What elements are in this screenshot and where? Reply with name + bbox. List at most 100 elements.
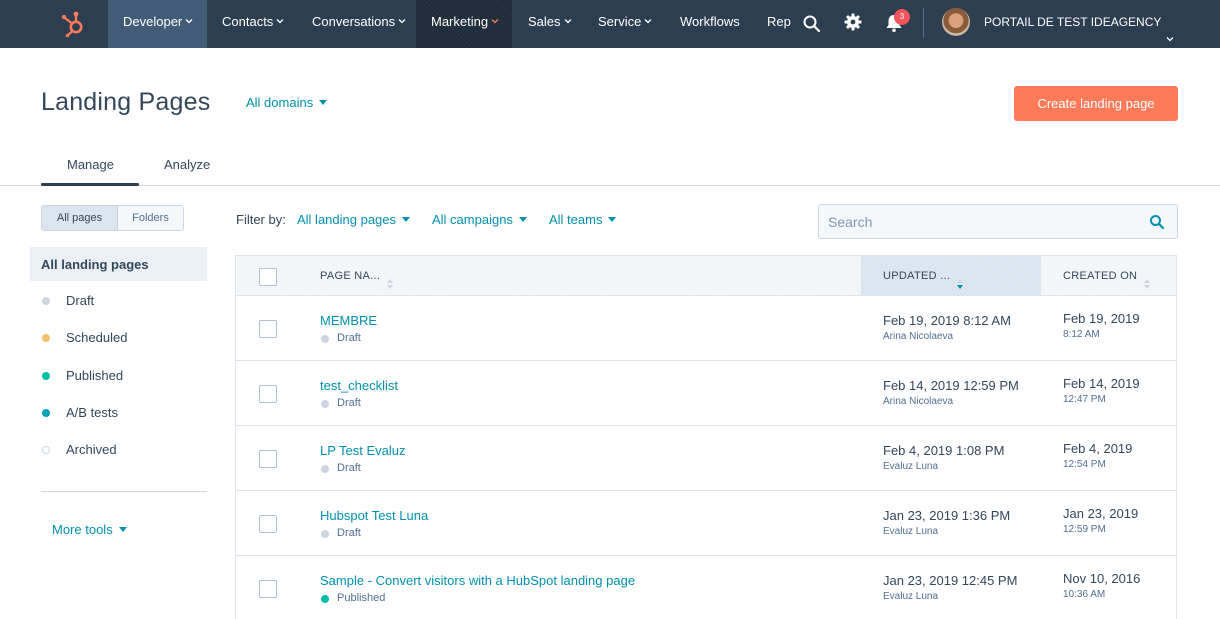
all-pages-toggle[interactable]: All pages: [42, 206, 118, 230]
sidebar-item-label: All landing pages: [41, 257, 149, 272]
chevron-down-icon: [1166, 17, 1174, 42]
created-date: Feb 4, 2019: [1063, 441, 1133, 456]
page-name-link[interactable]: Sample - Convert visitors with a HubSpot…: [320, 573, 635, 588]
updated-date: Feb 4, 2019 1:08 PM: [883, 443, 1005, 458]
page-name-link[interactable]: test_checklist: [320, 378, 398, 393]
status-label: Published: [337, 592, 386, 604]
caret-down-icon: [402, 217, 411, 223]
status-dot-icon: [321, 530, 329, 538]
status-dot-icon: [42, 334, 50, 342]
page-name-link[interactable]: LP Test Evaluz: [320, 443, 406, 458]
select-all-checkbox[interactable]: [259, 268, 277, 286]
portal-switcher[interactable]: PORTAIL DE TEST IDEAGENCY: [984, 0, 1174, 44]
updated-by: Evaluz Luna: [883, 461, 939, 472]
table-row: Hubspot Test Luna Draft Jan 23, 2019 1:3…: [236, 491, 1176, 556]
nav-marketing[interactable]: Marketing: [416, 0, 512, 48]
sort-icon: [386, 268, 394, 290]
status-label: Draft: [337, 527, 361, 539]
created-date: Nov 10, 2016: [1063, 571, 1141, 586]
more-tools-label: More tools: [52, 522, 113, 537]
nav-developer[interactable]: Developer: [108, 0, 207, 48]
nav-divider: [923, 8, 924, 38]
status-dot-icon: [321, 335, 329, 343]
created-time: 12:47 PM: [1063, 394, 1106, 405]
caret-down-icon: [319, 100, 328, 106]
gear-icon[interactable]: [841, 12, 865, 36]
nav-contacts[interactable]: Contacts: [222, 0, 284, 48]
nav-workflows-label: Workflows: [680, 14, 740, 29]
folders-toggle[interactable]: Folders: [118, 206, 183, 230]
nav-contacts-label: Contacts: [222, 14, 274, 29]
chevron-down-icon: [185, 17, 193, 25]
chevron-down-icon: [398, 17, 406, 25]
created-time: 8:12 AM: [1063, 329, 1100, 340]
nav-workflows[interactable]: Workflows: [680, 0, 740, 48]
nav-conversations-label: Conversations: [312, 14, 396, 29]
column-header-created-on[interactable]: CREATED ON: [1063, 256, 1151, 296]
row-checkbox[interactable]: [259, 320, 277, 338]
row-checkbox[interactable]: [259, 580, 277, 598]
sort-descending-icon: [956, 268, 964, 290]
row-checkbox[interactable]: [259, 385, 277, 403]
row-checkbox[interactable]: [259, 515, 277, 533]
chevron-down-icon: [644, 17, 652, 25]
caret-down-icon: [518, 217, 527, 223]
sidebar-item-label: Archived: [66, 442, 117, 457]
column-header-updated[interactable]: UPDATED ...: [861, 256, 1041, 296]
hubspot-sprocket-icon[interactable]: [58, 10, 88, 38]
filter-label: All campaigns: [432, 212, 513, 227]
tab-analyze[interactable]: Analyze: [164, 157, 210, 172]
column-header-label: CREATED ON: [1063, 270, 1138, 282]
create-landing-page-button[interactable]: Create landing page: [1014, 86, 1178, 121]
search-icon[interactable]: [1149, 214, 1165, 230]
nav-reports-label: Repo: [767, 14, 791, 29]
nav-conversations[interactable]: Conversations: [312, 0, 406, 48]
tabs-divider: [0, 185, 1220, 186]
status-label: Draft: [337, 397, 361, 409]
page-name-link[interactable]: Hubspot Test Luna: [320, 508, 428, 523]
nav-service[interactable]: Service: [598, 0, 652, 48]
nav-developer-label: Developer: [123, 14, 183, 29]
table-row: LP Test Evaluz Draft Feb 4, 2019 1:08 PM…: [236, 426, 1176, 491]
created-date: Jan 23, 2019: [1063, 506, 1139, 521]
table-header: PAGE NA... UPDATED ... CREATED ON: [236, 256, 1176, 296]
landing-pages-table: PAGE NA... UPDATED ... CREATED ON MEMBRE…: [235, 255, 1177, 619]
created-time: 12:54 PM: [1063, 459, 1106, 470]
updated-date: Jan 23, 2019 1:36 PM: [883, 508, 1011, 523]
more-tools-dropdown[interactable]: More tools: [52, 522, 127, 537]
updated-date: Jan 23, 2019 12:45 PM: [883, 573, 1018, 588]
landing-pages-filter[interactable]: All landing pages: [297, 212, 411, 227]
search-box: [818, 204, 1178, 239]
table-row: test_checklist Draft Feb 14, 2019 12:59 …: [236, 361, 1176, 426]
status-dot-icon: [321, 595, 329, 603]
domains-dropdown[interactable]: All domains: [246, 95, 328, 110]
avatar[interactable]: [942, 8, 970, 36]
status-dot-icon: [42, 446, 50, 454]
chevron-down-icon: [491, 17, 499, 25]
caret-down-icon: [118, 527, 127, 533]
search-icon[interactable]: [800, 12, 824, 36]
updated-by: Evaluz Luna: [883, 526, 939, 537]
campaigns-filter[interactable]: All campaigns: [432, 212, 527, 227]
search-input[interactable]: [828, 213, 1138, 231]
filter-by-label: Filter by:: [236, 212, 286, 227]
nav-marketing-label: Marketing: [431, 14, 489, 29]
teams-filter[interactable]: All teams: [549, 212, 617, 227]
filter-label: All landing pages: [297, 212, 397, 227]
table-row: Sample - Convert visitors with a HubSpot…: [236, 556, 1176, 619]
tab-manage[interactable]: Manage: [67, 157, 114, 172]
updated-by: Arina Nicolaeva: [883, 396, 954, 407]
filter-label: All teams: [549, 212, 603, 227]
nav-sales-label: Sales: [528, 14, 561, 29]
page-name-link[interactable]: MEMBRE: [320, 313, 377, 328]
row-checkbox[interactable]: [259, 450, 277, 468]
chevron-down-icon: [276, 17, 284, 25]
updated-by: Arina Nicolaeva: [883, 331, 954, 342]
sidebar-item-all-landing-pages[interactable]: All landing pages: [30, 247, 207, 281]
status-label: Draft: [337, 332, 361, 344]
nav-sales[interactable]: Sales: [528, 0, 572, 48]
sidebar-divider: [41, 491, 207, 492]
nav-reports[interactable]: Repo: [767, 0, 791, 48]
column-header-page-name[interactable]: PAGE NA...: [320, 256, 394, 296]
created-date: Feb 19, 2019: [1063, 311, 1140, 326]
